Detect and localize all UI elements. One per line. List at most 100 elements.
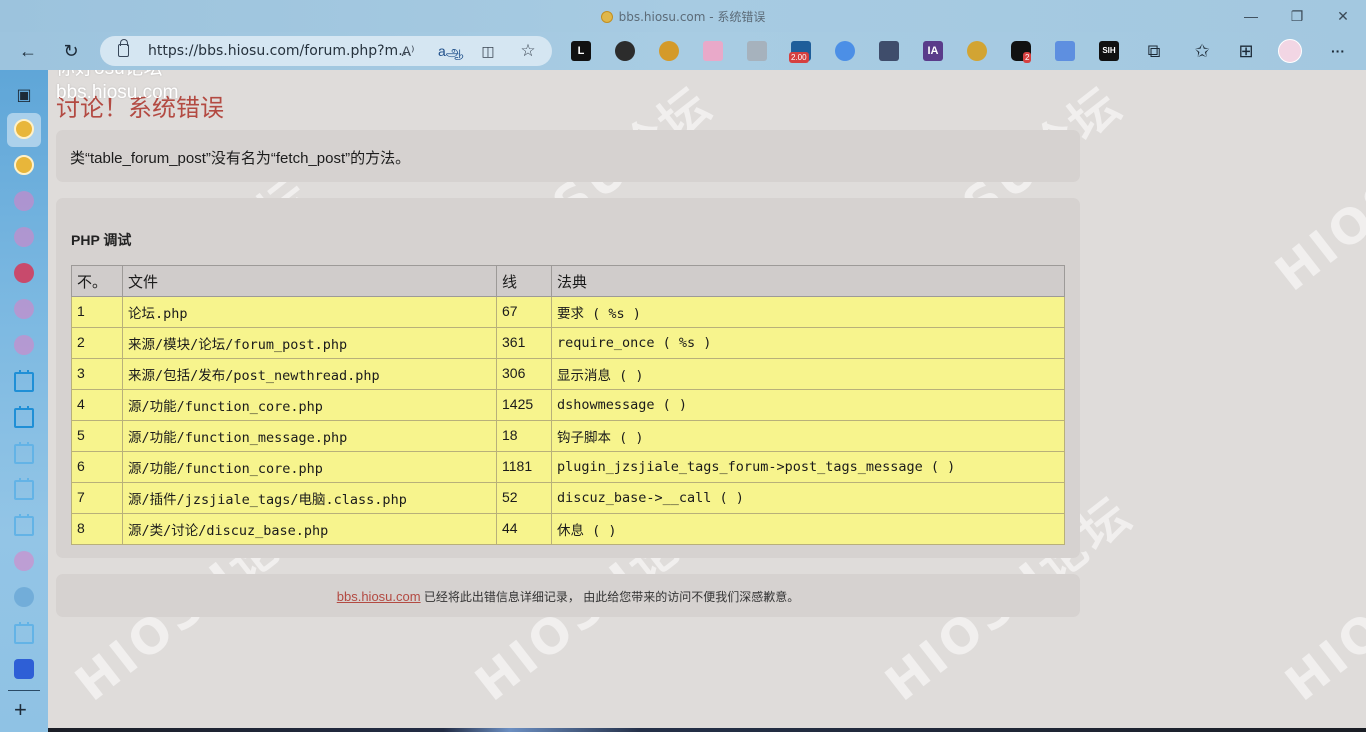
restore-button[interactable]: ❐ <box>1274 4 1320 28</box>
cell-file: 源/功能/function_core.php <box>122 389 497 421</box>
footer-site-link[interactable]: bbs.hiosu.com <box>337 589 421 604</box>
close-window-button[interactable]: ✕ <box>1320 4 1366 28</box>
footer-box: bbs.hiosu.com 已经将此出错信息详细记录， 由此给您带来的访问不便我… <box>56 574 1080 617</box>
extension-pikachu-icon[interactable] <box>967 41 987 61</box>
table-row: 2 来源/模块/论坛/forum_post.php 361 require_on… <box>71 327 1065 359</box>
extension-dog-icon[interactable] <box>659 41 679 61</box>
tab-blue-icon[interactable] <box>14 587 34 607</box>
back-button[interactable]: ← <box>14 38 42 64</box>
window-titlebar: bbs.hiosu.com - 系统错误 — ❐ ✕ <box>0 0 1366 32</box>
table-row: 7 源/插件/jzsjiale_tags/电脑.class.php 52 dis… <box>71 482 1065 514</box>
watermark: HIOSU论坛 <box>1275 485 1366 713</box>
tab-bilibili-icon[interactable] <box>14 370 34 392</box>
extension-l-icon[interactable]: L <box>571 41 591 61</box>
extension-search-icon[interactable] <box>835 41 855 61</box>
translate-icon[interactable]: aஆ <box>438 41 464 61</box>
cell-code: 要求 ( %s ) <box>551 296 1065 328</box>
tab-bilibili-icon[interactable] <box>14 622 34 644</box>
cell-no: 1 <box>71 296 123 328</box>
cell-code: 显示消息 ( ) <box>551 358 1065 390</box>
tab-baidu-icon[interactable] <box>14 659 34 679</box>
refresh-button[interactable]: ↻ <box>57 38 85 64</box>
tab-osu-icon[interactable] <box>14 119 34 139</box>
tab-pink-icon[interactable] <box>14 191 34 211</box>
overlay-greeting: 你好osu论坛 <box>56 70 163 80</box>
debug-heading: PHP 调试 <box>71 232 132 248</box>
footer-apology-text: 已经将此出错信息详细记录， 由此给您带来的访问不便我们深感歉意。 <box>420 590 800 604</box>
cell-code: require_once ( %s ) <box>551 327 1065 359</box>
column-header-no: 不。 <box>71 265 123 297</box>
collections-button[interactable]: ⊞ <box>1232 38 1260 64</box>
column-header-line: 线 <box>496 265 552 297</box>
extension-ghost-icon[interactable] <box>615 41 635 61</box>
table-row: 1 论坛.php 67 要求 ( %s ) <box>71 296 1065 328</box>
cell-no: 3 <box>71 358 123 390</box>
tab-bilibili-icon[interactable] <box>14 478 34 500</box>
cell-no: 8 <box>71 513 123 545</box>
back-arrow-icon: ← <box>19 41 37 61</box>
column-header-code: 法典 <box>551 265 1065 297</box>
cell-line: 44 <box>496 513 552 545</box>
cell-file: 源/功能/function_core.php <box>122 451 497 483</box>
tab-pink-icon[interactable] <box>14 335 34 355</box>
cell-line: 1181 <box>496 451 552 483</box>
cell-code: dshowmessage ( ) <box>551 389 1065 421</box>
cell-line: 52 <box>496 482 552 514</box>
sidebar-divider <box>8 690 40 691</box>
favorite-star-icon[interactable]: ☆ <box>518 41 538 61</box>
split-screen-icon[interactable]: ◫ <box>478 41 498 61</box>
extensions-puzzle-button[interactable]: ⧉ <box>1140 38 1168 64</box>
extension-sih-icon[interactable]: SIH <box>1099 41 1119 61</box>
tab-bilibili-icon[interactable] <box>14 514 34 536</box>
cell-code: 钩子脚本 ( ) <box>551 420 1065 452</box>
table-row: 3 来源/包括/发布/post_newthread.php 306 显示消息 (… <box>71 358 1065 390</box>
cell-no: 7 <box>71 482 123 514</box>
tab-bilibili-icon[interactable] <box>14 406 34 428</box>
menu-button[interactable]: ··· <box>1324 38 1352 64</box>
new-tab-plus-icon[interactable]: + <box>14 699 27 721</box>
cell-line: 1425 <box>496 389 552 421</box>
extension-calendar-icon[interactable] <box>703 41 723 61</box>
page-content: HIOSU论坛 HIOSU论坛 HIOSU论坛 HIOSU论坛 HIOSU论坛 … <box>48 70 1366 728</box>
overlay-site-name: bbs.hiosu.com <box>56 82 179 103</box>
favorites-button[interactable]: ✩ <box>1188 38 1216 64</box>
table-row: 4 源/功能/function_core.php 1425 dshowmessa… <box>71 389 1065 421</box>
table-row: 5 源/功能/function_message.php 18 钩子脚本 ( ) <box>71 420 1065 452</box>
cell-code: plugin_jzsjiale_tags_forum->post_tags_me… <box>551 451 1065 483</box>
watermark: HIOSU论坛 <box>1265 75 1366 303</box>
error-message-box: 类“table_forum_post”没有名为“fetch_post”的方法。 <box>56 130 1080 182</box>
collections-icon: ⊞ <box>1238 41 1254 61</box>
cell-file: 来源/模块/论坛/forum_post.php <box>122 327 497 359</box>
cell-file: 论坛.php <box>122 296 497 328</box>
tab-bilibili-icon[interactable] <box>14 442 34 464</box>
minimize-button[interactable]: — <box>1228 4 1274 28</box>
puzzle-icon: ⧉ <box>1147 41 1161 61</box>
cell-code: discuz_base->__call ( ) <box>551 482 1065 514</box>
cell-no: 6 <box>71 451 123 483</box>
extension-apps-icon[interactable] <box>879 41 899 61</box>
extension-frame-icon[interactable] <box>1055 41 1075 61</box>
read-aloud-icon[interactable]: A⁾ <box>398 41 418 61</box>
tab-pink-icon[interactable] <box>14 227 34 247</box>
cell-line: 18 <box>496 420 552 452</box>
tab-osu-icon[interactable] <box>14 155 34 175</box>
php-debug-box: PHP 调试 不。 文件 线 法典 1 论坛.php 67 要求 ( %s ) <box>56 198 1080 558</box>
table-header-row: 不。 文件 线 法典 <box>71 265 1065 297</box>
tab-swirl-icon[interactable] <box>14 263 34 283</box>
vertical-tabs-sidebar: ▣ + <box>0 70 48 732</box>
cell-line: 361 <box>496 327 552 359</box>
refresh-icon: ↻ <box>63 41 79 61</box>
tab-actions-icon[interactable]: ▣ <box>10 83 38 109</box>
profile-avatar[interactable] <box>1278 39 1302 63</box>
cell-code: 休息 ( ) <box>551 513 1065 545</box>
osu-favicon-icon <box>600 11 613 23</box>
cell-no: 4 <box>71 389 123 421</box>
extension-ia-icon[interactable]: IA <box>923 41 943 61</box>
more-dots-icon: ··· <box>1331 43 1345 59</box>
extension-clipboard-icon[interactable] <box>747 41 767 61</box>
tab-pink-icon[interactable] <box>14 299 34 319</box>
tab-pink-icon[interactable] <box>14 551 34 571</box>
cell-file: 来源/包括/发布/post_newthread.php <box>122 358 497 390</box>
address-bar[interactable]: https://bbs.hiosu.com/forum.php?m... A⁾ … <box>100 36 552 66</box>
url-text[interactable]: https://bbs.hiosu.com/forum.php?m... <box>148 43 412 59</box>
